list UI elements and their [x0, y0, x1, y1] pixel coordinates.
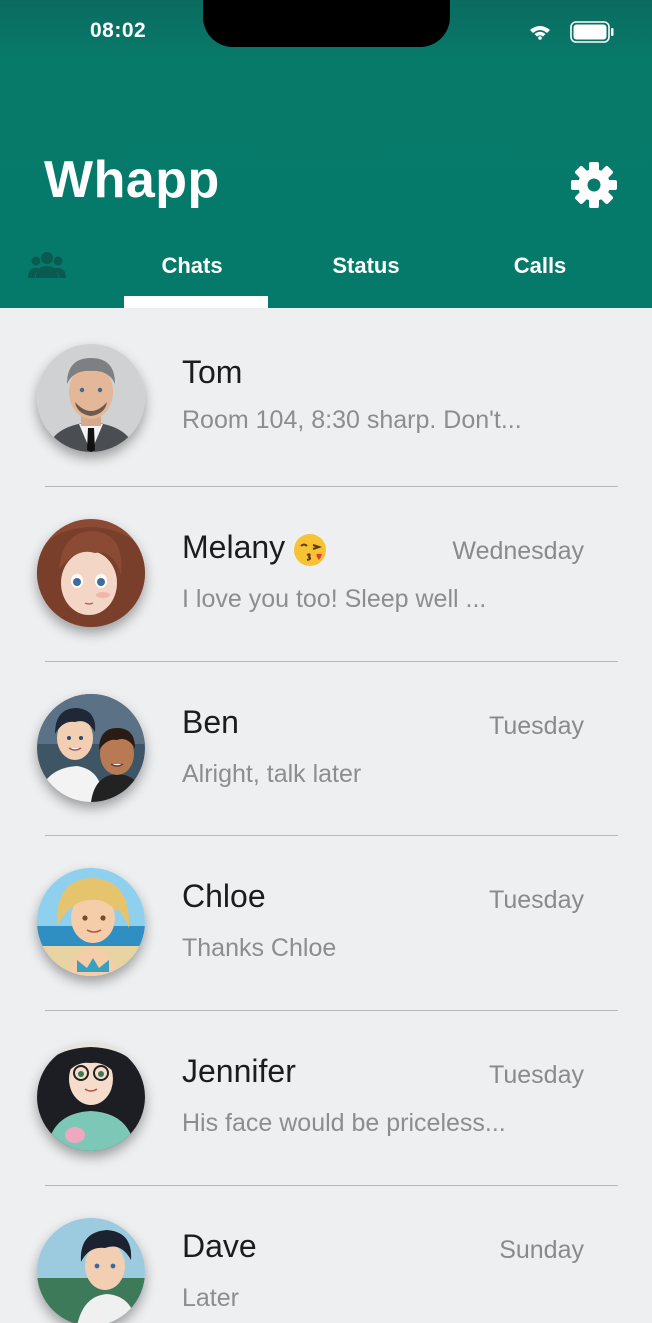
chat-name-text: Melany [182, 529, 286, 565]
chat-name: Ben [182, 704, 239, 740]
chat-day: Wednesday [452, 537, 584, 565]
chat-preview: His face would be priceless... [182, 1109, 506, 1137]
wifi-icon [530, 26, 550, 40]
avatar-ben [37, 694, 145, 802]
chat-day: Tuesday [489, 886, 584, 914]
chat-row-tom[interactable]: Tom Room 104, 8:30 sharp. Don't... [0, 308, 652, 483]
chat-row-jennifer[interactable]: Jennifer Tuesday His face would be price… [0, 1011, 652, 1186]
chat-row-dave[interactable]: Dave Sunday Later [0, 1186, 652, 1323]
tab-status[interactable]: Status [294, 232, 438, 300]
app-title: Whapp [44, 151, 220, 209]
app-header: 08:02 Whapp Chats Status Calls [0, 0, 652, 308]
tab-chats[interactable]: Chats [120, 232, 264, 300]
device-notch [203, 0, 450, 47]
battery-icon [570, 21, 614, 43]
chat-preview: I love you too! Sleep well ... [182, 585, 487, 613]
chat-row-chloe[interactable]: Chloe Tuesday Thanks Chloe [0, 836, 652, 1011]
status-time: 08:02 [90, 19, 147, 42]
chat-name: Dave [182, 1228, 257, 1264]
avatar-chloe [37, 868, 145, 976]
chat-row-ben[interactable]: Ben Tuesday Alright, talk later [0, 662, 652, 837]
chat-row-melany[interactable]: Melany Wednesday I love you too! Sleep w… [0, 487, 652, 662]
chat-preview: Alright, talk later [182, 760, 362, 788]
chat-day: Tuesday [489, 1061, 584, 1089]
avatar-tom [37, 344, 145, 452]
gear-icon[interactable] [570, 161, 618, 209]
chat-name: Chloe [182, 878, 266, 914]
chat-day: Sunday [499, 1236, 584, 1264]
avatar-dave [37, 1218, 145, 1323]
chat-preview: Later [182, 1284, 239, 1312]
chat-preview: Room 104, 8:30 sharp. Don't... [182, 406, 522, 434]
avatar-jennifer [37, 1043, 145, 1151]
chat-list: Tom Room 104, 8:30 sharp. Don't... Melan… [0, 308, 652, 1323]
active-tab-indicator [124, 296, 268, 308]
community-icon[interactable] [28, 250, 66, 280]
chat-name: Tom [182, 354, 243, 390]
kissing-face-icon [294, 533, 327, 566]
tab-bar: Chats Status Calls [0, 232, 652, 308]
chat-name: Melany [182, 529, 327, 567]
chat-preview: Thanks Chloe [182, 934, 337, 962]
tab-calls[interactable]: Calls [468, 232, 612, 300]
chat-day: Tuesday [489, 712, 584, 740]
avatar-melany [37, 519, 145, 627]
chat-name: Jennifer [182, 1053, 296, 1089]
status-bar: 08:02 [0, 0, 652, 60]
